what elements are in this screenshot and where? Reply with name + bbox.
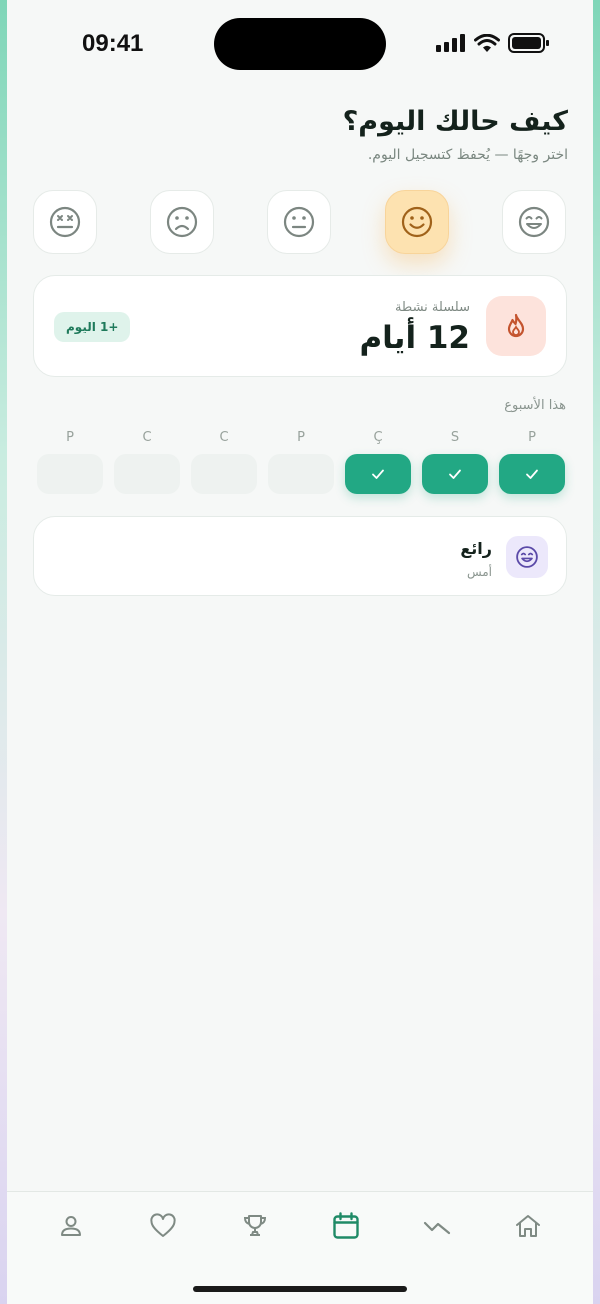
sad-face-icon [166,206,198,238]
mood-screen: 09:41 كيف حالك اليوم؟ اختر وجهًا — يُحفظ… [7,0,593,1304]
day-letter: Ç [373,430,383,445]
day-slot[interactable]: Ç [345,428,411,494]
status-icons [436,33,550,53]
day-box-done [345,454,411,494]
tab-home[interactable] [508,1210,548,1242]
check-icon [526,469,538,479]
smiling-face-icon [401,206,433,238]
streak-flame-tile [486,296,546,356]
mood-option-neutral[interactable] [267,190,331,254]
tab-profile[interactable] [51,1210,91,1242]
flame-icon [507,313,525,338]
tab-trends[interactable] [417,1210,457,1242]
check-icon [449,469,461,479]
battery-icon [508,33,549,53]
wifi-icon [474,33,500,52]
dynamic-island [214,18,386,70]
check-icon [372,469,384,479]
trophy-icon [243,1215,267,1236]
tab-favorites[interactable] [143,1210,183,1242]
day-slot[interactable]: P [268,428,334,494]
signal-icon [436,34,465,52]
day-letter: P [528,430,536,445]
dizzy-face-icon [49,206,81,238]
streak-label: سلسلة نشطة [394,300,470,315]
today-badge: +1 اليوم [54,312,131,342]
laughing-face-icon [516,546,538,568]
day-slot[interactable]: C [114,428,180,494]
tab-achievements[interactable] [235,1210,275,1242]
page-title: كيف حالك اليوم؟ [342,106,568,137]
tab-calendar[interactable] [326,1210,366,1242]
mood-option-dizzy[interactable] [33,190,97,254]
heart-icon [150,1213,176,1237]
calendar-icon [333,1212,359,1239]
status-time: 09:41 [82,30,144,57]
status-bar: 09:41 [7,0,593,90]
day-box [191,454,257,494]
day-box [268,454,334,494]
entry-mood-name: رائع [460,539,492,558]
laughing-face-icon [518,206,550,238]
entry-mood-tile [506,536,548,578]
streak-card: سلسلة نشطة 12 أيام +1 اليوم [33,275,567,377]
neutral-face-icon [283,206,315,238]
day-box [114,454,180,494]
day-slot[interactable]: P [37,428,103,494]
day-letter: P [297,430,305,445]
day-box [37,454,103,494]
entry-date: أمس [466,565,492,579]
week-label: هذا الأسبوع [504,398,566,413]
mood-option-great[interactable] [502,190,566,254]
day-letter: S [450,430,460,445]
day-slot[interactable]: P [499,428,565,494]
profile-icon [61,1216,81,1236]
mood-option-happy[interactable] [385,190,449,254]
home-icon [516,1215,540,1237]
mood-picker [33,190,567,256]
day-slot[interactable]: S [422,428,488,494]
header: كيف حالك اليوم؟ اختر وجهًا — يُحفظ كتسجي… [343,106,568,163]
trend-icon [423,1221,451,1235]
recent-entry-card[interactable]: رائع أمس [33,516,567,596]
mood-option-sad[interactable] [150,190,214,254]
streak-value: 12 أيام [359,320,470,356]
home-indicator [193,1286,407,1292]
day-box-done [499,454,565,494]
day-slot[interactable]: C [191,428,257,494]
day-letter: C [142,430,152,445]
day-box-done [422,454,488,494]
day-letter: P [66,430,74,445]
page-subtitle: اختر وجهًا — يُحفظ كتسجيل اليوم. [367,147,568,163]
day-letter: C [219,430,229,445]
